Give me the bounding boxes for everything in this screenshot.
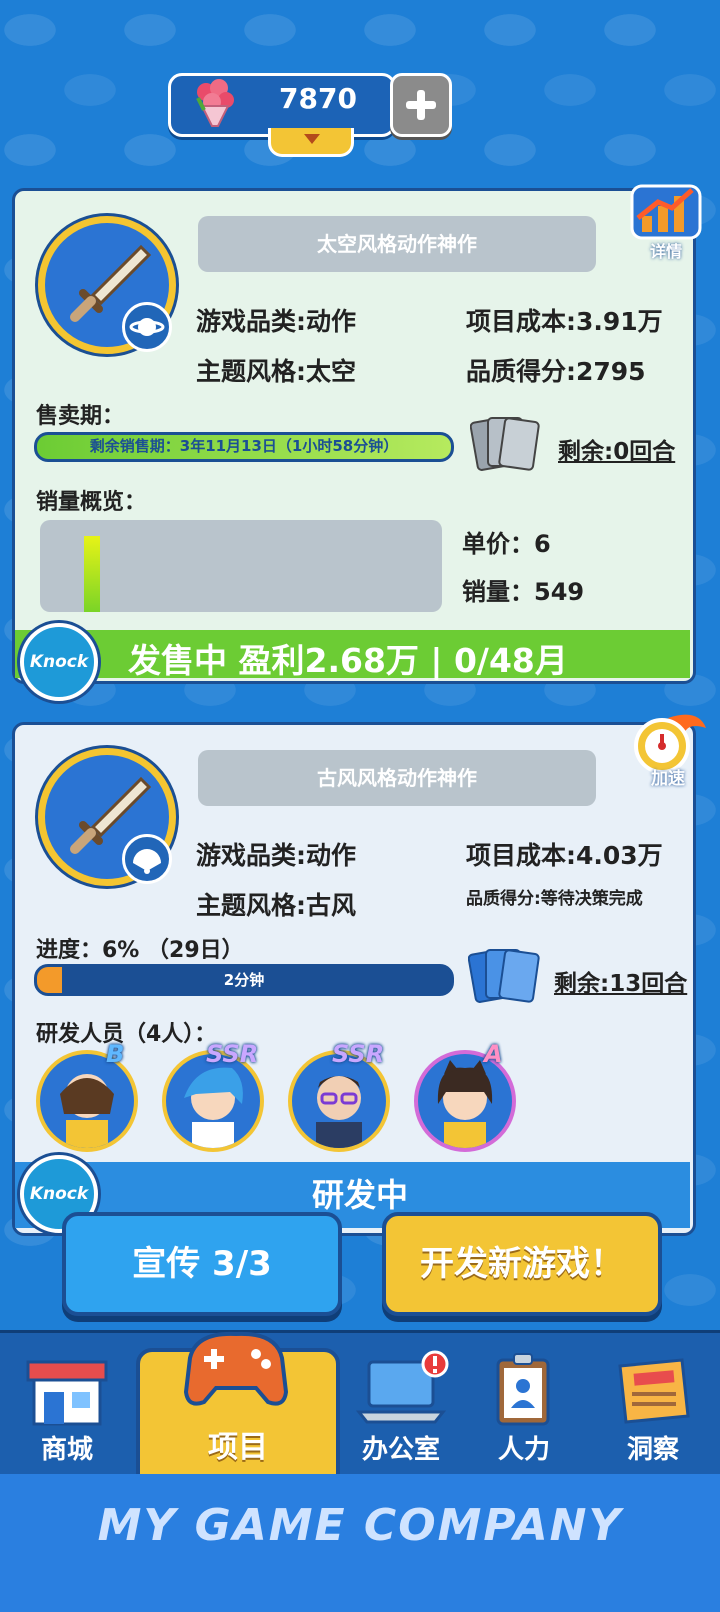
staff-rank-3: SSR xyxy=(332,1040,385,1068)
sales-overview-label: 销量概览： xyxy=(36,490,147,515)
nav-label: 办公室 xyxy=(361,1435,440,1465)
game-category: 游戏品类:动作 xyxy=(196,307,356,336)
progress-label: 进度：6% （29日） xyxy=(36,938,244,963)
nav-item-insight[interactable]: 洞察 xyxy=(586,1338,720,1472)
flower-bouquet-icon xyxy=(196,79,234,127)
nav-label: 洞察 xyxy=(626,1435,679,1465)
quality-score: 品质得分:2795 xyxy=(466,357,646,386)
details-button[interactable]: 详情 xyxy=(628,182,704,262)
clipboard-icon xyxy=(496,1353,550,1426)
nav-item-hr[interactable]: 人力 xyxy=(462,1338,586,1472)
news-icon xyxy=(618,1358,690,1424)
develop-new-game-button[interactable]: 开发新游戏！ xyxy=(382,1212,662,1316)
laptop-icon xyxy=(355,1350,449,1424)
status-text: 研发中 xyxy=(311,1176,408,1214)
promote-button[interactable]: 宣传 3/3 xyxy=(62,1212,342,1316)
theme-style: 主题风格:太空 xyxy=(196,357,356,386)
sales-count: 销量：549 xyxy=(462,578,585,606)
nav-label: 人力 xyxy=(497,1435,550,1465)
project-cost: 项目成本:4.03万 xyxy=(466,841,663,870)
nav-item-office[interactable]: 办公室 xyxy=(334,1338,468,1472)
staff-rank-1: B xyxy=(106,1040,125,1068)
progress-time-text: 2分钟 xyxy=(223,971,265,989)
fan-icon xyxy=(122,834,172,884)
sale-period-label: 售卖期： xyxy=(36,404,125,429)
chart-up-icon xyxy=(630,184,702,240)
currency-dropdown-tab[interactable] xyxy=(268,128,354,157)
unit-price: 单价：6 xyxy=(462,530,551,558)
project-cost: 项目成本:3.91万 xyxy=(466,307,663,336)
cards-deck-icon xyxy=(470,417,540,471)
nav-label: 项目 xyxy=(208,1430,268,1465)
currency-value: 7870 xyxy=(279,82,357,115)
planet-icon xyxy=(122,302,172,352)
staff-label: 研发人员（4人）： xyxy=(36,1022,217,1047)
sales-bar xyxy=(84,536,100,612)
cards-deck-icon xyxy=(468,949,540,1003)
sales-chart xyxy=(40,520,442,612)
nav-label: 商城 xyxy=(40,1435,93,1465)
project-title: 古风风格动作神作 xyxy=(198,750,596,806)
add-currency-button[interactable] xyxy=(390,73,452,137)
remaining-turns[interactable]: 剩余:13回合 xyxy=(554,964,687,998)
brand-logo: MY GAME COMPANY xyxy=(97,1500,623,1551)
sale-period-bar: 剩余销售期：3年11月13日（1小时58分钟） xyxy=(34,432,454,462)
gamepad-icon xyxy=(183,1331,289,1406)
sale-period-text: 剩余销售期：3年11月13日（1小时58分钟） xyxy=(89,437,399,455)
nav-item-projects[interactable]: 项目 xyxy=(136,1331,340,1486)
status-text: 发售中 盈利2.68万 | 0/48月 xyxy=(128,641,568,680)
staff-rank-4: A xyxy=(484,1040,503,1068)
theme-style: 主题风格:古风 xyxy=(196,891,356,920)
speed-up-button[interactable]: 加速 xyxy=(628,708,708,798)
development-progress-bar: 2分钟 xyxy=(34,964,454,996)
remaining-turns[interactable]: 剩余:0回合 xyxy=(558,432,675,466)
quality-score: 品质得分:等待决策完成 xyxy=(466,889,643,909)
staff-rank-2: SSR xyxy=(206,1040,259,1068)
project-title: 太空风格动作神作 xyxy=(198,216,596,272)
shop-icon xyxy=(26,1360,108,1426)
chevron-down-icon xyxy=(304,134,320,144)
knock-button[interactable]: Knock xyxy=(20,623,98,701)
nav-item-shop[interactable]: 商城 xyxy=(0,1338,134,1472)
game-category: 游戏品类:动作 xyxy=(196,841,356,870)
